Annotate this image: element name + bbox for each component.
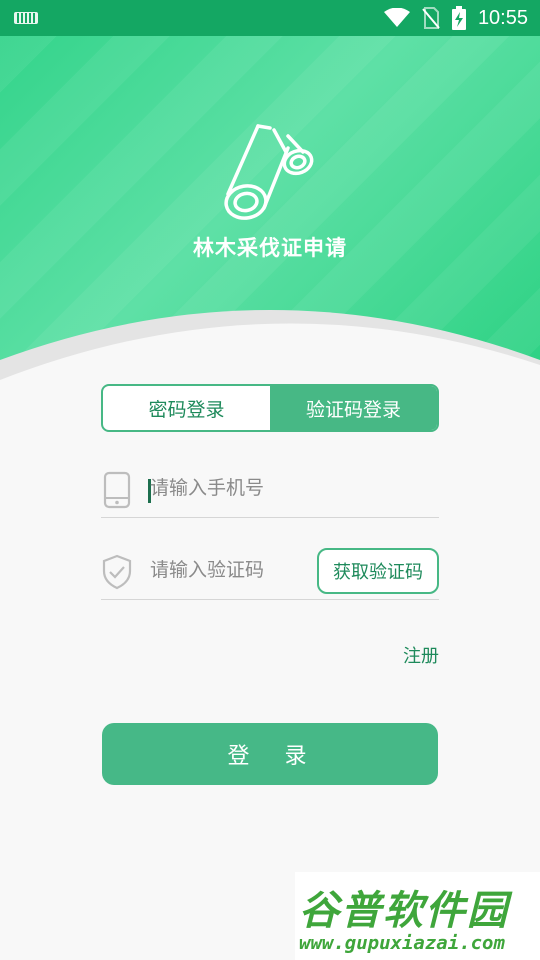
watermark-url: www.gupuxiazai.com	[299, 932, 505, 954]
status-icons: 10:55	[383, 0, 528, 36]
app-title: 林木采伐证申请	[193, 236, 347, 260]
clock: 10:55	[477, 6, 528, 29]
keyboard-icon	[14, 12, 38, 24]
login-button[interactable]: 登 录	[102, 723, 438, 785]
phone-input[interactable]	[150, 459, 360, 517]
status-bar: 10:55	[0, 0, 540, 36]
login-mode-tabs: 密码登录 验证码登录	[101, 384, 439, 432]
code-field: 获取验证码	[101, 541, 439, 600]
register-link[interactable]: 注册	[403, 642, 439, 668]
logs-logo-icon	[224, 124, 314, 220]
tab-password-login[interactable]: 密码登录	[103, 386, 270, 430]
phone-icon	[103, 471, 131, 509]
shield-check-icon	[102, 554, 132, 590]
battery-charging-icon	[451, 6, 466, 30]
tab-code-login[interactable]: 验证码登录	[270, 386, 437, 430]
phone-field	[101, 459, 439, 518]
wifi-icon	[383, 8, 410, 27]
no-sim-icon	[422, 7, 440, 29]
watermark: 谷普软件园 www.gupuxiazai.com	[295, 872, 540, 960]
watermark-title: 谷普软件园	[299, 888, 509, 934]
get-code-button[interactable]: 获取验证码	[317, 548, 439, 594]
